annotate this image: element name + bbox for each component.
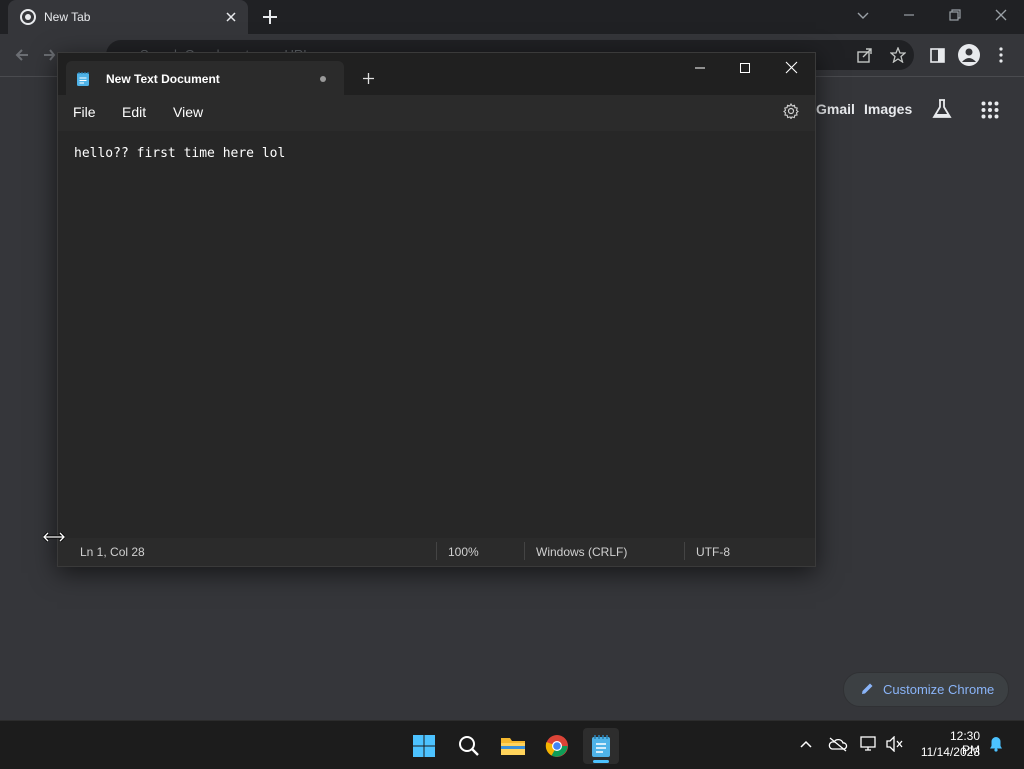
- status-divider: [524, 542, 525, 560]
- star-icon[interactable]: [890, 47, 906, 63]
- share-icon[interactable]: [857, 47, 873, 63]
- resize-cursor-icon: [43, 531, 65, 543]
- volume-mute-icon[interactable]: [886, 736, 904, 752]
- profile-icon[interactable]: [958, 44, 980, 66]
- status-encoding[interactable]: UTF-8: [696, 545, 730, 559]
- menu-view[interactable]: View: [173, 104, 203, 120]
- close-icon[interactable]: [994, 8, 1008, 22]
- tab-search-icon[interactable]: [856, 8, 870, 22]
- minimize-icon[interactable]: [902, 8, 916, 22]
- pencil-icon: [860, 682, 874, 696]
- side-panel-icon[interactable]: [930, 48, 945, 63]
- apps-icon[interactable]: [981, 101, 999, 119]
- unsaved-indicator[interactable]: [320, 76, 326, 82]
- notepad-icon: [76, 71, 90, 87]
- maximize-icon[interactable]: [739, 62, 751, 74]
- status-zoom[interactable]: 100%: [448, 545, 479, 559]
- notepad-menubar: [58, 95, 815, 131]
- notepad-taskbar-icon[interactable]: [583, 728, 619, 764]
- chrome-taskbar-icon[interactable]: [539, 728, 575, 764]
- file-explorer-icon[interactable]: [495, 728, 531, 764]
- notepad-tab-title: New Text Document: [106, 72, 220, 86]
- gmail-link[interactable]: Gmail: [816, 101, 855, 117]
- chevron-up-icon[interactable]: [799, 738, 813, 750]
- minimize-icon[interactable]: [694, 62, 706, 74]
- notepad-window: New Text Document File Edit View hello??…: [57, 52, 816, 567]
- images-link[interactable]: Images: [864, 101, 912, 117]
- chrome-icon: [20, 9, 36, 25]
- windows-start-icon[interactable]: [406, 728, 442, 764]
- labs-icon[interactable]: [931, 98, 953, 120]
- status-divider: [684, 542, 685, 560]
- network-icon[interactable]: [860, 736, 878, 752]
- close-icon[interactable]: [785, 61, 798, 74]
- more-icon[interactable]: [998, 47, 1004, 63]
- close-icon[interactable]: [224, 10, 238, 24]
- back-icon[interactable]: [13, 46, 31, 64]
- plus-icon[interactable]: [261, 8, 279, 26]
- forward-icon[interactable]: [44, 46, 56, 64]
- menu-file[interactable]: File: [73, 104, 96, 120]
- active-app-indicator: [593, 760, 609, 763]
- gear-icon[interactable]: [783, 103, 799, 119]
- status-divider: [436, 542, 437, 560]
- customize-chrome-label: Customize Chrome: [883, 682, 995, 697]
- notepad-content[interactable]: hello?? first time here lol: [74, 146, 285, 161]
- search-icon[interactable]: [451, 728, 487, 764]
- notepad-text-area[interactable]: [58, 131, 815, 532]
- clock-date[interactable]: 11/14/2023: [918, 745, 980, 759]
- menu-edit[interactable]: Edit: [122, 104, 146, 120]
- onedrive-icon[interactable]: [828, 736, 848, 752]
- plus-icon[interactable]: [362, 72, 375, 85]
- bell-icon[interactable]: [988, 736, 1004, 752]
- chrome-tab-title: New Tab: [44, 10, 91, 24]
- status-line-ending[interactable]: Windows (CRLF): [536, 545, 627, 559]
- restore-icon[interactable]: [948, 8, 962, 22]
- status-cursor-position: Ln 1, Col 28: [80, 545, 145, 559]
